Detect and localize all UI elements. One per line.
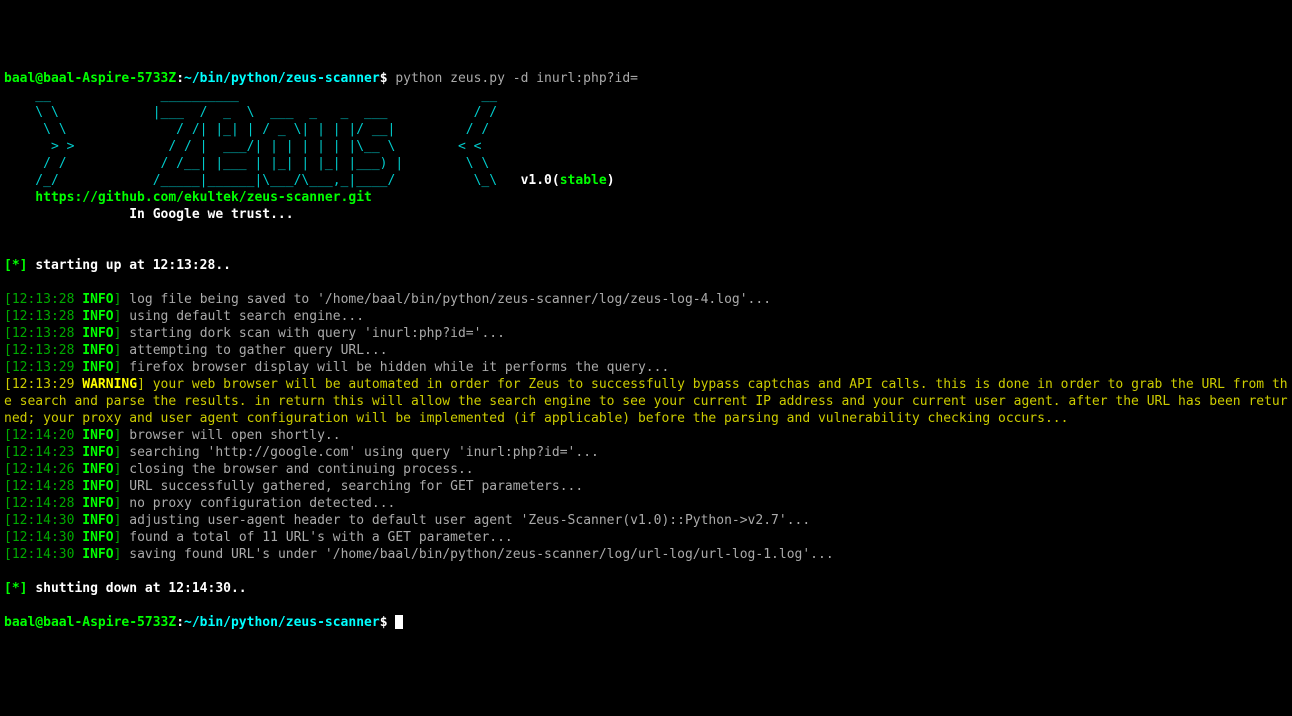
log-line: [12:13:29 WARNING] your web browser will… xyxy=(4,376,1288,427)
command-text: python zeus.py -d inurl:php?id= xyxy=(388,71,638,86)
log-line: [12:13:28 INFO] starting dork scan with … xyxy=(4,325,1288,342)
shutdown-line: [*] shutting down at 12:14:30.. xyxy=(4,580,1288,597)
ascii-art: __ __________ __ \ \ |___ / _ \ ___ _ _ … xyxy=(4,87,1288,189)
tagline: In Google we trust... xyxy=(4,206,1288,223)
log-line: [12:14:23 INFO] searching 'http://google… xyxy=(4,444,1288,461)
log-output: [12:13:28 INFO] log file being saved to … xyxy=(4,291,1288,563)
prompt-line-1: baal@baal-Aspire-5733Z:~/bin/python/zeus… xyxy=(4,70,1288,87)
version-text: v1.0(stable) xyxy=(497,173,614,188)
log-line: [12:14:30 INFO] found a total of 11 URL'… xyxy=(4,529,1288,546)
repo-url: https://github.com/ekultek/zeus-scanner.… xyxy=(4,189,1288,206)
log-line: [12:13:28 INFO] using default search eng… xyxy=(4,308,1288,325)
log-line: [12:14:30 INFO] saving found URL's under… xyxy=(4,546,1288,563)
log-line: [12:14:28 INFO] URL successfully gathere… xyxy=(4,478,1288,495)
cwd-path: ~/bin/python/zeus-scanner xyxy=(184,71,380,86)
log-line: [12:14:20 INFO] browser will open shortl… xyxy=(4,427,1288,444)
startup-line: [*] starting up at 12:13:28.. xyxy=(4,257,1288,274)
log-line: [12:13:29 INFO] firefox browser display … xyxy=(4,359,1288,376)
user-host: baal@baal-Aspire-5733Z xyxy=(4,71,176,86)
log-line: [12:13:28 INFO] log file being saved to … xyxy=(4,291,1288,308)
cursor xyxy=(395,615,403,629)
log-line: [12:14:28 INFO] no proxy configuration d… xyxy=(4,495,1288,512)
log-line: [12:14:26 INFO] closing the browser and … xyxy=(4,461,1288,478)
prompt-line-2[interactable]: baal@baal-Aspire-5733Z:~/bin/python/zeus… xyxy=(4,614,1288,631)
log-line: [12:13:28 INFO] attempting to gather que… xyxy=(4,342,1288,359)
log-line: [12:14:30 INFO] adjusting user-agent hea… xyxy=(4,512,1288,529)
terminal-output[interactable]: baal@baal-Aspire-5733Z:~/bin/python/zeus… xyxy=(4,70,1288,631)
